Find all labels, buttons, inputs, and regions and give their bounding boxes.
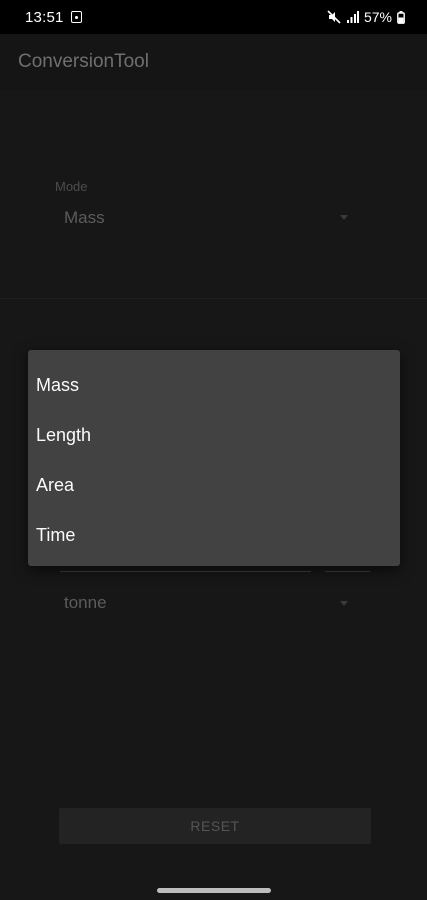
option-mass[interactable]: Mass [28, 360, 400, 410]
value-input[interactable] [60, 571, 311, 572]
unit-spinner[interactable]: tonne [64, 593, 107, 613]
option-time[interactable]: Time [28, 510, 400, 560]
secondary-input[interactable] [325, 571, 370, 572]
app-title: ConversionTool [18, 51, 149, 72]
mode-dropdown-arrow-icon [340, 215, 348, 220]
status-bar: 13:51 57% [0, 0, 427, 34]
battery-icon [397, 10, 405, 24]
option-length[interactable]: Length [28, 410, 400, 460]
divider [0, 298, 427, 299]
reset-button[interactable]: RESET [59, 808, 371, 844]
mute-icon [327, 10, 341, 24]
mode-spinner[interactable]: Mass [64, 208, 105, 228]
unit-dropdown-arrow-icon [340, 601, 348, 606]
app-bar: ConversionTool [0, 34, 427, 90]
mode-options-popup: Mass Length Area Time [28, 350, 400, 566]
status-time: 13:51 [25, 8, 64, 26]
battery-percent: 57% [363, 9, 392, 25]
home-indicator[interactable] [157, 888, 271, 893]
option-area[interactable]: Area [28, 460, 400, 510]
signal-icon [346, 10, 359, 23]
mode-label: Mode [55, 179, 88, 194]
notification-icon [70, 11, 82, 23]
status-icons: 57% [327, 9, 405, 25]
